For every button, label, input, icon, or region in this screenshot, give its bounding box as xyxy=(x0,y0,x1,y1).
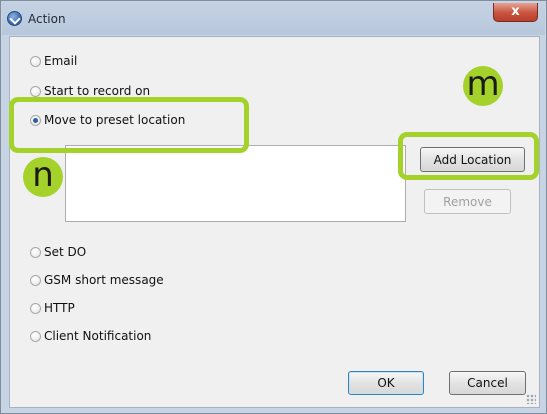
option-label: HTTP xyxy=(44,301,75,315)
resize-grip[interactable] xyxy=(526,394,536,404)
radio-email[interactable] xyxy=(30,55,41,67)
option-set-do[interactable]: Set DO xyxy=(30,243,86,261)
remove-button[interactable]: Remove xyxy=(424,189,511,214)
option-label: Email xyxy=(44,54,78,68)
option-label: GSM short message xyxy=(44,273,164,287)
callout-letter: n xyxy=(32,155,54,195)
radio-set-do[interactable] xyxy=(30,246,41,258)
cancel-button[interactable]: Cancel xyxy=(449,371,526,395)
callout-letter: m xyxy=(466,64,500,104)
option-gsm[interactable]: GSM short message xyxy=(30,271,164,289)
title-bar[interactable]: Action x xyxy=(2,2,545,35)
option-email[interactable]: Email xyxy=(30,52,77,70)
close-icon: x xyxy=(511,4,520,19)
action-dialog: Action x Email Start to record on Move t… xyxy=(0,0,547,414)
close-button[interactable]: x xyxy=(493,3,538,22)
app-logo-icon xyxy=(7,11,22,26)
callout-badge-n: n xyxy=(23,157,63,197)
dialog-body: Email Start to record on Move to preset … xyxy=(9,36,540,408)
ok-button[interactable]: OK xyxy=(348,371,424,395)
option-label: Client Notification xyxy=(44,329,152,343)
window-title: Action xyxy=(28,12,66,26)
radio-client-notification[interactable] xyxy=(30,330,41,342)
callout-m-highlight xyxy=(398,132,539,180)
option-label: Set DO xyxy=(44,245,87,259)
radio-start-record[interactable] xyxy=(30,85,41,97)
preset-location-list[interactable] xyxy=(65,145,406,222)
radio-gsm[interactable] xyxy=(30,274,41,286)
callout-badge-m: m xyxy=(463,66,503,106)
callout-n-highlight xyxy=(9,97,249,153)
option-http[interactable]: HTTP xyxy=(30,299,75,317)
option-label: Start to record on xyxy=(44,84,151,98)
radio-http[interactable] xyxy=(30,302,41,314)
option-client-notification[interactable]: Client Notification xyxy=(30,327,151,345)
